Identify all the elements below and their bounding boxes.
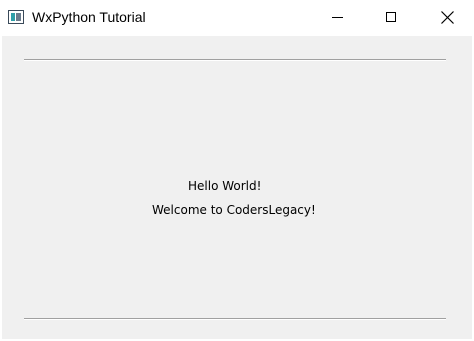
top-separator-line [24,59,446,60]
welcome-label: Welcome to CodersLegacy! [152,203,316,217]
close-button[interactable] [424,0,470,36]
wxpython-app-icon[interactable] [8,10,24,24]
minimize-icon [332,17,343,18]
maximize-button[interactable] [368,0,414,36]
close-icon [441,11,454,24]
app-icon-right-pane [16,13,21,21]
title-bar[interactable]: WxPython Tutorial [0,0,474,36]
app-window: WxPython Tutorial Hello World! Welcome t… [0,0,474,341]
maximize-icon [386,12,396,22]
hello-world-label: Hello World! [188,179,262,193]
app-icon-left-pane [11,13,15,21]
minimize-button[interactable] [314,0,360,36]
window-title: WxPython Tutorial [32,9,146,25]
bottom-separator-line [24,318,446,319]
client-area: Hello World! Welcome to CodersLegacy! [2,36,472,339]
